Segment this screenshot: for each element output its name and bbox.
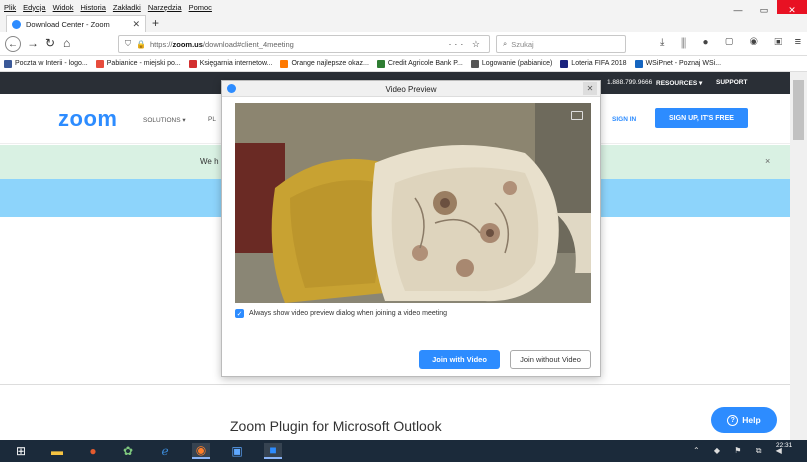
tab-bar: Download Center - Zoom ✕ + (0, 14, 807, 32)
bookmark-label: Logowanie (pabianice) (481, 60, 553, 67)
firefox-icon[interactable]: ◉ (192, 443, 210, 459)
search-placeholder: Szukaj (511, 39, 534, 49)
search-icon: ⌕ (503, 39, 508, 48)
outlook-plugin-title: Zoom Plugin for Microsoft Outlook (230, 418, 442, 434)
back-arrow-icon[interactable]: ← (5, 36, 21, 52)
navigation-toolbar: ← → ↻ ⌂ ⛉ 🔒 https:// zoom.us /download#c… (0, 32, 807, 56)
url-host: zoom.us (172, 39, 203, 49)
bookmark-label: Księgarnia internetow... (199, 60, 273, 67)
bookmark-label: Pabianice - miejski po... (106, 60, 181, 67)
camera-switch-icon[interactable] (571, 111, 583, 120)
hamburger-menu-icon[interactable]: ≡ (795, 36, 801, 48)
zoom-taskbar-icon[interactable]: ■ (264, 443, 282, 459)
taskbar-clock[interactable]: 22:31 (776, 442, 792, 450)
toolbar-extension-icons[interactable]: ⤓ ⫼ ● ▢ ◉ ▣ (660, 37, 789, 48)
bookmark-item[interactable]: Logowanie (pabianice) (470, 59, 553, 68)
bookmark-item[interactable]: Loteria FIFA 2018 (560, 59, 627, 68)
bookmark-label: WSiPnet - Poznaj WSi... (645, 60, 722, 67)
page-actions-icon[interactable]: ··· ☆ (448, 39, 483, 50)
dialog-title: Video Preview (385, 85, 437, 94)
bookmark-favicon-icon (4, 59, 12, 68)
plans-menu[interactable]: PL (208, 116, 216, 123)
video-preview-dialog: Video Preview ✕ ✓ Always show video prev… (221, 80, 601, 377)
bookmark-favicon-icon (634, 59, 643, 68)
windows-taskbar: ⊞ ▬ ● ✿ ℯ ◉ ▣ ■ ⌃ ◆ ⚑ ⧉ ◀ 22:31 (0, 440, 807, 462)
sales-phone[interactable]: 1.888.799.9666 (607, 79, 652, 86)
menu-edycja[interactable]: Edycja (23, 3, 46, 12)
new-tab-icon[interactable]: + (152, 16, 159, 30)
app-icon[interactable]: ● (84, 443, 102, 459)
bookmark-label: Loteria FIFA 2018 (571, 60, 627, 67)
close-banner-icon[interactable]: × (765, 156, 770, 166)
windows-start-icon[interactable]: ⊞ (12, 443, 30, 459)
banner-message: We h (200, 157, 219, 166)
menu-widok[interactable]: Widok (53, 3, 74, 12)
menu-zakladki[interactable]: Zakładki (113, 3, 141, 12)
bookmark-favicon-icon (560, 59, 569, 68)
tab-title: Download Center - Zoom (26, 19, 110, 29)
solutions-menu[interactable]: SOLUTIONS ▾ (143, 116, 186, 124)
bookmark-label: Poczta w Interii - logo... (15, 60, 88, 67)
bookmark-label: Credit Agricole Bank P... (387, 60, 463, 67)
app-icon[interactable]: ▣ (228, 443, 246, 459)
bookmark-favicon-icon (95, 59, 104, 68)
file-explorer-icon[interactable]: ▬ (48, 443, 66, 459)
search-input[interactable]: ⌕ Szukaj (496, 35, 626, 53)
join-without-video-button[interactable]: Join without Video (510, 350, 591, 369)
always-show-preview-option[interactable]: ✓ Always show video preview dialog when … (235, 309, 447, 318)
home-icon[interactable]: ⌂ (63, 36, 70, 50)
reload-icon[interactable]: ↻ (45, 36, 55, 50)
bookmark-favicon-icon (188, 59, 197, 68)
camera-frame-image (235, 103, 591, 303)
zoom-logo[interactable]: zoom (58, 106, 117, 132)
clock-time: 22:31 (776, 442, 793, 449)
browser-menubar: Plik Edycja Widok Historia Zakładki Narz… (0, 0, 807, 14)
checkbox-checked-icon[interactable]: ✓ (235, 309, 244, 318)
resources-menu[interactable]: RESOURCES ▾ (656, 79, 702, 87)
dialog-titlebar: Video Preview ✕ (222, 81, 600, 97)
help-button[interactable]: ? Help (711, 407, 777, 433)
sign-in-link[interactable]: SIGN IN (612, 116, 636, 123)
bookmark-item[interactable]: Credit Agricole Bank P... (376, 59, 463, 68)
bookmark-item[interactable]: WSiPnet - Poznaj WSi... (634, 59, 722, 68)
bookmark-item[interactable]: Pabianice - miejski po... (95, 59, 181, 68)
bookmarks-toolbar: Poczta w Interii - logo... Pabianice - m… (0, 56, 807, 72)
url-path: /download#client_4meeting (202, 39, 294, 49)
page-scrollbar[interactable] (790, 72, 807, 440)
lock-icon[interactable]: 🔒 (136, 40, 146, 49)
internet-explorer-icon[interactable]: ℯ (156, 443, 174, 459)
system-tray-icons[interactable]: ⌃ ◆ ⚑ ⧉ ◀ (693, 446, 788, 456)
help-label: Help (742, 415, 761, 425)
close-dialog-icon[interactable]: ✕ (583, 82, 597, 95)
url-scheme: https:// (149, 39, 173, 49)
checkbox-label: Always show video preview dialog when jo… (249, 310, 448, 317)
section-divider (0, 384, 790, 385)
tracking-shield-icon[interactable]: ⛉ (125, 39, 131, 49)
bookmark-item[interactable]: Księgarnia internetow... (188, 59, 273, 68)
question-icon: ? (727, 414, 739, 426)
sign-up-button[interactable]: SIGN UP, IT'S FREE (655, 108, 748, 128)
forward-arrow-icon[interactable]: → (27, 36, 39, 50)
menu-historia[interactable]: Historia (80, 3, 105, 12)
scrollbar-thumb[interactable] (793, 80, 804, 140)
menu-narzedzia[interactable]: Narzędzia (148, 3, 182, 12)
bookmark-favicon-icon (470, 59, 479, 68)
app-icon[interactable]: ✿ (119, 443, 137, 459)
menu-pomoc[interactable]: Pomoc (189, 3, 212, 12)
zoom-favicon-icon (12, 19, 21, 29)
join-with-video-button[interactable]: Join with Video (419, 350, 500, 369)
address-bar[interactable]: ⛉ 🔒 https:// zoom.us /download#client_4m… (118, 35, 490, 53)
close-tab-icon[interactable]: ✕ (132, 19, 140, 30)
bookmark-favicon-icon (376, 59, 385, 68)
bookmark-favicon-icon (280, 59, 289, 68)
bookmark-label: Orange najlepsze okaz... (291, 60, 369, 67)
bookmark-item[interactable]: Orange najlepsze okaz... (280, 59, 369, 68)
tab-download-center[interactable]: Download Center - Zoom ✕ (6, 15, 146, 32)
bookmark-item[interactable]: Poczta w Interii - logo... (4, 59, 88, 68)
menu-plik[interactable]: Plik (4, 3, 16, 12)
camera-preview (235, 103, 591, 303)
support-link[interactable]: SUPPORT (716, 79, 747, 86)
